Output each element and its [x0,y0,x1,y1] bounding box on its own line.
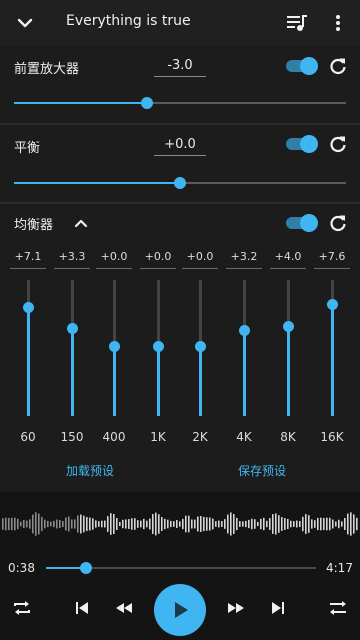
eq-band-fill [157,346,160,416]
equalizer-label: 均衡器 [14,218,54,233]
balance-reset-icon[interactable] [328,134,348,154]
preamp-value[interactable]: -3.0 [154,58,206,77]
equalizer-toggle[interactable] [284,214,318,232]
eq-band-value[interactable]: +3.2 [222,250,266,263]
eq-band-knob[interactable] [67,323,78,335]
eq-band-value-underline [54,268,90,269]
skip-previous-icon[interactable] [70,596,94,620]
eq-band-knob[interactable] [195,341,206,353]
eq-band-knob[interactable] [109,341,120,353]
eq-band-value-underline [10,268,46,269]
eq-band-frequency: 150 [60,430,84,444]
eq-band-frequency: 16K [320,430,344,444]
eq-band-value-underline [314,268,350,269]
divider [0,202,360,204]
preamp-toggle[interactable] [284,57,318,75]
fast-forward-icon[interactable] [224,596,248,620]
eq-band-knob[interactable] [153,341,164,353]
eq-band-knob[interactable] [23,301,34,313]
preamp-label: 前置放大器 [14,62,80,77]
eq-band-knob[interactable] [239,324,250,336]
total-time: 4:17 [326,561,353,575]
eq-band-frequency: 8K [280,430,296,444]
save-preset-button[interactable]: 保存预设 [238,462,286,479]
eq-band-value-underline [270,268,306,269]
eq-band-fill [243,330,246,416]
elapsed-time: 0:38 [8,561,35,575]
eq-band-value[interactable]: +4.0 [266,250,310,263]
seek-bar[interactable] [46,562,316,574]
eq-band-value-underline [182,268,218,269]
eq-band-fill [287,326,290,416]
eq-band-value[interactable]: +0.0 [92,250,136,263]
eq-band-value-underline [140,268,176,269]
eq-band-fill [27,307,30,416]
divider [0,123,360,125]
preamp-reset-icon[interactable] [328,56,348,76]
player-bar: 0:38 4:17 [0,492,360,640]
eq-band-frequency: 4K [236,430,252,444]
eq-band-fill [199,346,202,416]
eq-band-frequency: 60 [20,430,36,444]
chevron-up-icon[interactable] [74,218,88,228]
balance-value-text: +0.0 [164,137,196,152]
preamp-slider[interactable] [14,96,346,110]
eq-band-fill [71,328,74,416]
waveform[interactable] [0,504,360,544]
eq-band-value[interactable]: +7.6 [310,250,354,263]
play-icon [175,602,188,618]
balance-toggle[interactable] [284,135,318,153]
eq-band-value-underline [226,268,262,269]
equalizer-reset-icon[interactable] [328,213,348,233]
load-preset-button[interactable]: 加载预设 [66,462,114,479]
eq-band-value[interactable]: +0.0 [136,250,180,263]
track-title: Everything is true [66,13,191,29]
eq-band-frequency: 2K [192,430,208,444]
more-vert-icon[interactable] [330,13,346,33]
top-bar: Everything is true [0,0,360,46]
eq-band-frequency: 400 [102,430,126,444]
eq-band-knob[interactable] [327,298,338,310]
eq-band-knob[interactable] [283,320,294,332]
eq-band-value-underline [96,268,132,269]
skip-next-icon[interactable] [266,596,290,620]
eq-band-fill [113,346,116,416]
eq-band-value[interactable]: +7.1 [6,250,50,263]
eq-band-value[interactable]: +0.0 [178,250,222,263]
balance-slider[interactable] [14,176,346,190]
eq-band-value[interactable]: +3.3 [50,250,94,263]
chevron-down-icon[interactable] [14,14,36,32]
shuffle-queue-icon[interactable] [326,596,350,620]
eq-band-frequency: 1K [150,430,166,444]
rewind-icon[interactable] [112,596,136,620]
balance-value[interactable]: +0.0 [154,137,206,156]
balance-label: 平衡 [14,141,41,156]
queue-music-icon[interactable] [286,14,308,32]
preamp-value-text: -3.0 [167,58,193,73]
repeat-icon[interactable] [10,596,34,620]
eq-band-fill [331,304,334,416]
play-button[interactable] [154,584,206,636]
